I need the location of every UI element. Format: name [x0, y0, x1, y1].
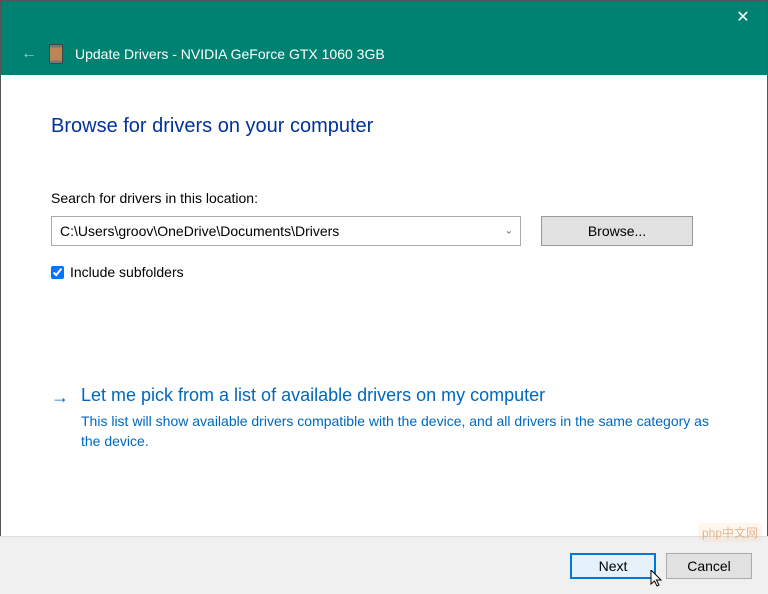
- pick-driver-description: This list will show available drivers co…: [81, 412, 717, 451]
- titlebar: ✕: [1, 1, 767, 33]
- path-input-wrap: ⌄: [51, 216, 521, 246]
- device-icon: [49, 44, 63, 64]
- window-title: Update Drivers - NVIDIA GeForce GTX 1060…: [75, 46, 385, 62]
- close-icon[interactable]: ✕: [731, 7, 755, 27]
- pick-driver-option[interactable]: → Let me pick from a list of available d…: [51, 385, 717, 451]
- browse-button[interactable]: Browse...: [541, 216, 693, 246]
- path-row: ⌄ Browse...: [51, 216, 717, 246]
- header-bar: ← Update Drivers - NVIDIA GeForce GTX 10…: [1, 33, 767, 75]
- next-button[interactable]: Next: [570, 553, 656, 579]
- page-title: Browse for drivers on your computer: [51, 115, 717, 138]
- content-area: Browse for drivers on your computer Sear…: [1, 75, 767, 535]
- include-subfolders-row: Include subfolders: [51, 264, 717, 280]
- include-subfolders-checkbox[interactable]: [51, 266, 64, 279]
- arrow-right-icon: →: [51, 387, 69, 451]
- back-arrow-icon[interactable]: ←: [21, 45, 37, 63]
- footer-bar: Next Cancel: [0, 536, 768, 594]
- cancel-button[interactable]: Cancel: [666, 553, 752, 579]
- path-input[interactable]: [51, 216, 521, 246]
- pick-driver-title: Let me pick from a list of available dri…: [81, 385, 717, 406]
- search-location-label: Search for drivers in this location:: [51, 190, 717, 206]
- include-subfolders-label: Include subfolders: [70, 264, 184, 280]
